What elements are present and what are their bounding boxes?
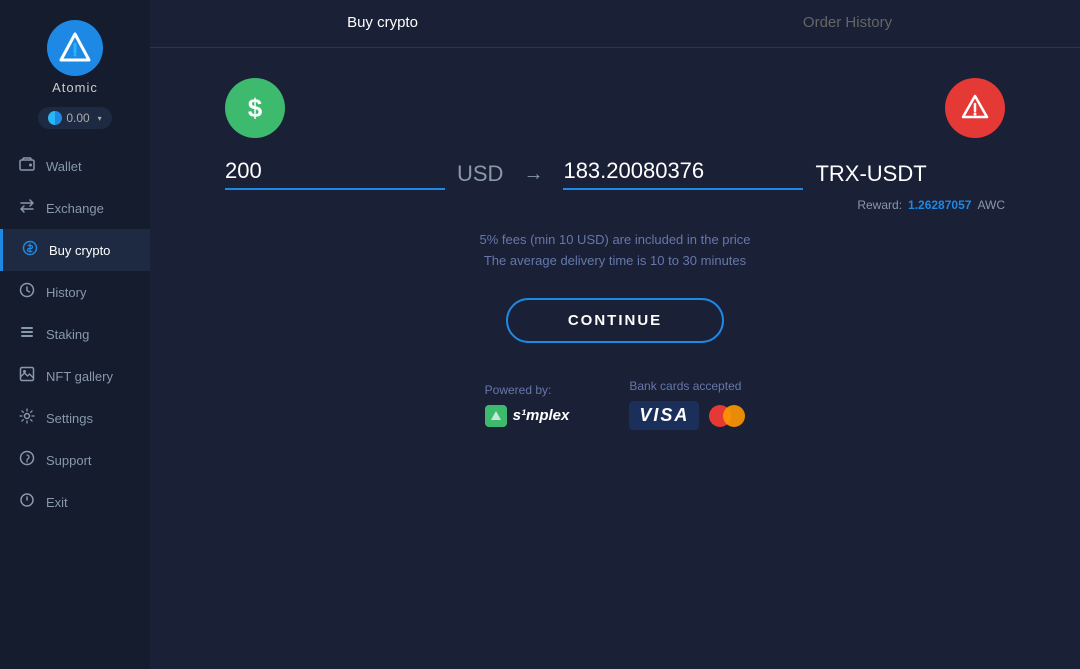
exit-icon <box>18 492 36 512</box>
sidebar-item-buy-crypto-label: Buy crypto <box>49 243 110 258</box>
from-currency-label: USD <box>457 161 503 187</box>
nft-gallery-icon <box>18 366 36 386</box>
tab-buy-crypto[interactable]: Buy crypto <box>150 0 615 47</box>
wallet-icon <box>18 156 36 176</box>
logo-icon <box>47 20 103 76</box>
chevron-down-icon: ▾ <box>98 114 102 123</box>
sidebar-item-nft-gallery[interactable]: NFT gallery <box>0 355 150 397</box>
sidebar-item-support-label: Support <box>46 453 92 468</box>
continue-button[interactable]: CONTINUE <box>506 298 724 343</box>
simplex-icon <box>485 405 507 427</box>
payment-cards-row: VISA <box>629 401 745 430</box>
history-icon <box>18 282 36 302</box>
main-content: Buy crypto Order History $ USD → <box>150 0 1080 669</box>
powered-row: Powered by: s¹mplex Bank cards accepted … <box>485 379 746 430</box>
exchange-icon <box>18 198 36 218</box>
buy-crypto-icon <box>21 240 39 260</box>
staking-icon <box>18 324 36 344</box>
tab-order-history[interactable]: Order History <box>615 0 1080 47</box>
reward-token: AWC <box>977 198 1005 212</box>
currency-icons-row: $ <box>205 78 1025 138</box>
mastercard-logo <box>709 404 745 428</box>
simplex-logo: s¹mplex <box>485 405 570 427</box>
sidebar-item-settings-label: Settings <box>46 411 93 426</box>
reward-label: Reward: <box>857 198 902 212</box>
sidebar-item-staking-label: Staking <box>46 327 89 342</box>
sidebar-item-exit[interactable]: Exit <box>0 481 150 523</box>
delivery-info: The average delivery time is 10 to 30 mi… <box>484 253 746 268</box>
bank-cards-label: Bank cards accepted <box>629 379 741 393</box>
powered-by-label: Powered by: <box>485 383 552 397</box>
tab-bar: Buy crypto Order History <box>150 0 1080 48</box>
sidebar-item-nft-gallery-label: NFT gallery <box>46 369 113 384</box>
sidebar-item-buy-crypto[interactable]: Buy crypto <box>0 229 150 271</box>
support-icon <box>18 450 36 470</box>
sidebar-item-staking[interactable]: Staking <box>0 313 150 355</box>
to-amount-input[interactable] <box>563 158 803 190</box>
sidebar-item-settings[interactable]: Settings <box>0 397 150 439</box>
reward-value: 1.26287057 <box>908 198 971 212</box>
sidebar-item-history[interactable]: History <box>0 271 150 313</box>
sidebar-item-history-label: History <box>46 285 86 300</box>
mastercard-right-circle <box>723 405 745 427</box>
sidebar-item-wallet[interactable]: Wallet <box>0 145 150 187</box>
sidebar-item-wallet-label: Wallet <box>46 159 82 174</box>
settings-icon <box>18 408 36 428</box>
logo: Atomic <box>47 20 103 95</box>
usd-currency-icon: $ <box>225 78 285 138</box>
buy-crypto-content: $ USD → TRX-USDT Reward: 1.26287057 AWC <box>150 48 1080 669</box>
sidebar-item-exit-label: Exit <box>46 495 68 510</box>
app-name: Atomic <box>52 80 98 95</box>
bank-cards-block: Bank cards accepted VISA <box>629 379 745 430</box>
sidebar-nav: Wallet Exchange Buy crypto History Staki… <box>0 145 150 523</box>
trx-currency-icon <box>945 78 1005 138</box>
fee-info: 5% fees (min 10 USD) are included in the… <box>480 232 751 247</box>
visa-logo: VISA <box>629 401 699 430</box>
simplex-name: s¹mplex <box>513 407 570 424</box>
arrow-icon: → <box>523 163 543 186</box>
to-currency-label: TRX-USDT <box>815 161 926 187</box>
reward-row: Reward: 1.26287057 AWC <box>205 198 1025 212</box>
balance-badge[interactable]: 0.00 ▾ <box>38 107 111 129</box>
balance-icon <box>48 111 62 125</box>
sidebar: Atomic 0.00 ▾ Wallet Exchange Buy crypto <box>0 0 150 669</box>
exchange-inputs-row: USD → TRX-USDT <box>205 158 1025 190</box>
from-amount-input[interactable] <box>225 158 445 190</box>
balance-value: 0.00 <box>66 111 89 125</box>
sidebar-item-support[interactable]: Support <box>0 439 150 481</box>
sidebar-item-exchange[interactable]: Exchange <box>0 187 150 229</box>
powered-by-block: Powered by: s¹mplex <box>485 383 570 427</box>
sidebar-item-exchange-label: Exchange <box>46 201 104 216</box>
